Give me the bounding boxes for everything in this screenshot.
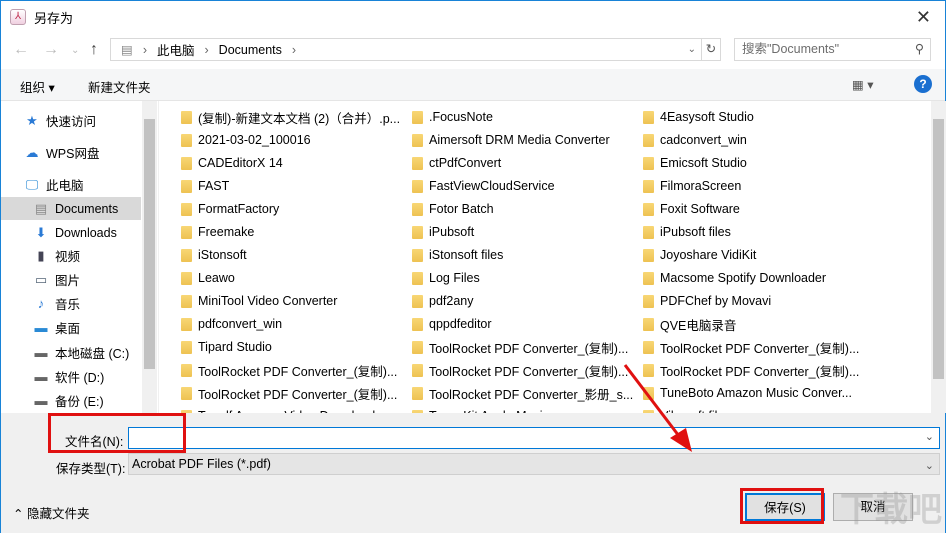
watermark: 下载吧: [840, 491, 942, 529]
annotation-arrow: [623, 364, 692, 452]
